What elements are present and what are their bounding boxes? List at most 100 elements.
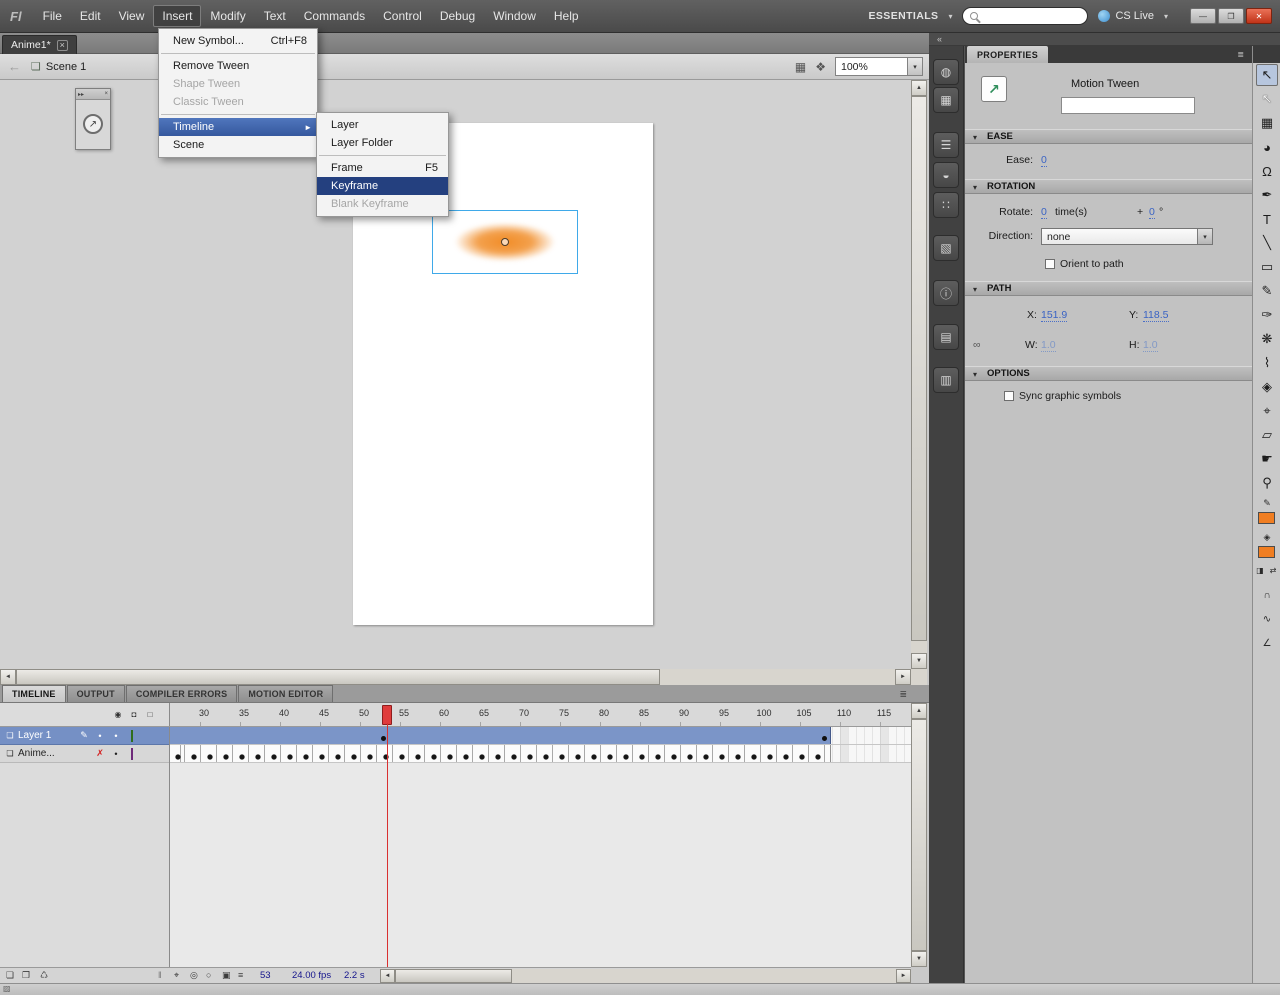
menubar-item-debug[interactable]: Debug <box>431 5 484 27</box>
free-transform-tool[interactable]: ▦ <box>1256 112 1278 134</box>
selected-object-bounds[interactable] <box>432 210 578 274</box>
timeline-horizontal-scrollbar[interactable]: ◄ ► <box>380 969 911 983</box>
mini-panel-collapse-icon[interactable]: ▸▸ <box>78 91 84 98</box>
menubar-item-view[interactable]: View <box>110 5 154 27</box>
show-hide-all-layers-icon[interactable]: ◉ <box>110 710 126 719</box>
menubar-item-commands[interactable]: Commands <box>295 5 374 27</box>
line-tool[interactable]: ╲ <box>1256 232 1278 254</box>
ease-value[interactable]: 0 <box>1041 154 1047 167</box>
smooth-option-icon[interactable]: ∿ <box>1256 614 1278 625</box>
frame-rate-value[interactable]: 24.00 fps <box>292 970 331 981</box>
menu-item-timeline[interactable]: Timeline ► <box>159 118 317 136</box>
layer-lock-dot[interactable]: • <box>108 749 124 759</box>
tab-compiler-errors[interactable]: COMPILER ERRORS <box>125 685 238 702</box>
brush-tool[interactable]: ✑ <box>1256 304 1278 326</box>
timeline-panel-menu-icon[interactable]: ≣ <box>899 689 907 700</box>
cs-live-dropdown-icon[interactable]: ▾ <box>1164 12 1168 21</box>
align-panel-icon[interactable]: ☰ <box>933 132 959 158</box>
3d-rotation-tool[interactable]: ◕ <box>1256 136 1278 158</box>
link-dimensions-icon[interactable]: ∞ <box>973 339 981 351</box>
fill-color-swatch[interactable] <box>1258 546 1275 558</box>
subselection-tool[interactable]: ↖ <box>1256 88 1278 110</box>
deco-tool[interactable]: ❋ <box>1256 328 1278 350</box>
pen-tool[interactable]: ✒ <box>1256 184 1278 206</box>
keyframe-dot[interactable] <box>822 736 827 741</box>
rotate-count-value[interactable]: 0 <box>1041 206 1047 219</box>
keyframe-dot[interactable] <box>381 736 386 741</box>
paint-bucket-tool[interactable]: ◈ <box>1256 376 1278 398</box>
collapse-triangle-icon[interactable]: ▾ <box>973 181 977 194</box>
eraser-tool[interactable]: ▱ <box>1256 424 1278 446</box>
restore-button[interactable]: ❐ <box>1218 8 1244 24</box>
h-value[interactable]: 1.0 <box>1143 339 1158 352</box>
layer-visibility-dot[interactable]: • <box>92 731 108 741</box>
motion-tween-span[interactable] <box>170 727 831 744</box>
layer-row-layer-1[interactable]: ❏ Layer 1 ✎ • • <box>0 727 169 745</box>
timeline-frames-area[interactable]: 30 35 40 45 50 55 60 65 70 75 80 85 90 9… <box>170 703 911 967</box>
onion-skin-icon[interactable]: ◎ <box>190 970 198 981</box>
properties-panel-menu-icon[interactable]: ≣ <box>1237 50 1244 59</box>
lock-all-layers-icon[interactable]: ◘ <box>126 710 142 719</box>
zoom-dropdown-icon[interactable]: ▾ <box>907 58 922 75</box>
tab-properties[interactable]: PROPERTIES <box>967 46 1049 63</box>
minimize-button[interactable]: — <box>1190 8 1216 24</box>
scroll-down-icon[interactable]: ▼ <box>911 951 927 967</box>
menubar-item-edit[interactable]: Edit <box>71 5 110 27</box>
zoom-combobox[interactable]: 100% ▾ <box>835 57 923 76</box>
tab-output[interactable]: OUTPUT <box>66 685 125 702</box>
color-panel-icon[interactable]: ◍ <box>933 59 959 85</box>
menu-item-keyframe[interactable]: Keyframe <box>317 177 448 195</box>
stage-vscroll-thumb[interactable] <box>911 96 927 641</box>
scroll-right-icon[interactable]: ► <box>896 969 911 983</box>
zoom-tool[interactable]: ⚲ <box>1256 472 1278 494</box>
cs-live-button[interactable]: CS Live <box>1098 10 1154 22</box>
layer-name[interactable]: Anime... <box>18 748 76 759</box>
mini-panel-arrow-icon[interactable]: ↗ <box>83 114 103 134</box>
center-frame-icon[interactable]: ⌖ <box>174 970 179 981</box>
menu-item-layer[interactable]: Layer <box>317 116 448 134</box>
collapse-triangle-icon[interactable]: ▾ <box>973 368 977 381</box>
workspace-dropdown-icon[interactable]: ▾ <box>948 12 952 21</box>
stage-pasteboard[interactable]: ▸▸ × ↗ <box>0 80 911 669</box>
menubar-item-file[interactable]: File <box>34 5 71 27</box>
code-snippets-panel-icon[interactable]: ▤ <box>933 324 959 350</box>
dropdown-arrow-icon[interactable]: ▾ <box>1197 229 1212 244</box>
rotate-angle-value[interactable]: 0 <box>1149 206 1155 219</box>
edit-symbols-icon[interactable]: ❖ <box>815 60 826 74</box>
frame-row-layer-1[interactable] <box>170 727 911 745</box>
scroll-left-icon[interactable]: ◄ <box>0 669 16 685</box>
keyframe-sequence-span[interactable] <box>170 745 831 762</box>
stroke-color-swatch[interactable] <box>1258 512 1275 524</box>
layer-hidden-x-icon[interactable]: ✗ <box>92 748 108 759</box>
direction-dropdown[interactable]: none ▾ <box>1041 228 1213 245</box>
layer-outline-color-swatch[interactable] <box>124 729 140 742</box>
library-panel-icon[interactable]: ▥ <box>933 367 959 393</box>
delete-layer-icon[interactable]: ♺ <box>40 970 48 981</box>
scroll-left-icon[interactable]: ◄ <box>380 969 395 983</box>
snap-to-objects-icon[interactable]: ∩ <box>1256 590 1278 601</box>
y-value[interactable]: 118.5 <box>1143 309 1169 322</box>
menubar-item-text[interactable]: Text <box>255 5 295 27</box>
back-icon[interactable]: ← <box>8 59 21 74</box>
timeline-vscroll-thumb[interactable] <box>911 719 927 951</box>
eyedropper-tool[interactable]: ⌖ <box>1256 400 1278 422</box>
document-tab[interactable]: Anime1* × <box>2 35 77 54</box>
swap-colors-icon[interactable]: ⇄ <box>1266 566 1280 575</box>
timeline-hscroll-thumb[interactable] <box>395 969 512 983</box>
outline-all-layers-icon[interactable]: □ <box>142 710 158 719</box>
collapse-dock-icon[interactable]: « <box>937 34 942 44</box>
menu-item-new-symbol[interactable]: New Symbol... Ctrl+F8 <box>159 32 317 50</box>
menubar-item-window[interactable]: Window <box>484 5 545 27</box>
selection-tool[interactable]: ↖ <box>1256 64 1278 86</box>
hand-tool[interactable]: ☛ <box>1256 448 1278 470</box>
collapse-triangle-icon[interactable]: ▾ <box>973 131 977 144</box>
menubar-item-control[interactable]: Control <box>374 5 431 27</box>
bone-tool[interactable]: ⌇ <box>1256 352 1278 374</box>
timeline-frame-ruler[interactable]: 30 35 40 45 50 55 60 65 70 75 80 85 90 9… <box>170 703 911 727</box>
section-header-rotation[interactable]: ▾ ROTATION <box>965 179 1253 194</box>
straighten-option-icon[interactable]: ∠ <box>1256 638 1278 649</box>
color-mixer-panel-icon[interactable]: ◒ <box>933 162 959 188</box>
search-input[interactable] <box>962 7 1089 25</box>
workspace-switcher[interactable]: ESSENTIALS <box>869 10 939 22</box>
layer-row-anime[interactable]: ❏ Anime... ✗ • <box>0 745 169 763</box>
